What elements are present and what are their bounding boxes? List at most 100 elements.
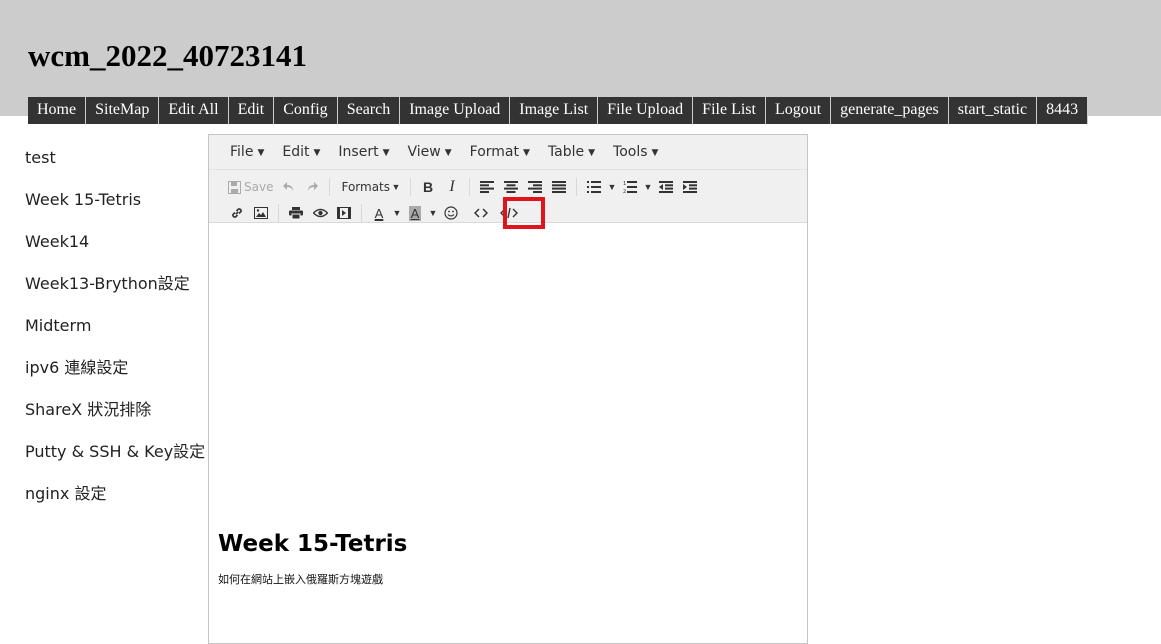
toolbar-separator [361,204,362,222]
menu-insert[interactable]: Insert ▼ [329,144,398,160]
toolbar-separator [278,204,279,222]
sidebar-item-week15-tetris: Week 15-Tetris [25,179,205,221]
sidebar-link[interactable]: Week 15-Tetris [25,190,141,209]
background-color-icon: A [408,205,422,221]
menu-label: Format [469,144,519,160]
caret-down-icon: ▼ [382,148,390,158]
caret-down-icon: ▼ [257,148,265,158]
eye-icon [312,208,328,218]
formats-label: Formats [341,180,391,194]
sidebar-link[interactable]: Week14 [25,232,89,251]
nav-generate-pages[interactable]: generate_pages [831,97,949,124]
sidebar-link[interactable]: nginx 設定 [25,484,106,503]
site-title: wcm_2022_40723141 [28,38,307,73]
outdent-button[interactable] [654,176,678,198]
align-left-button[interactable] [475,176,499,198]
caret-down-icon[interactable]: ▼ [391,208,403,218]
nav-home[interactable]: Home [28,97,87,124]
top-nav: Home SiteMap Edit All Edit Config Search… [28,97,1089,124]
indent-icon [683,181,698,193]
sidebar-link[interactable]: Putty & SSH & Key設定 [25,442,205,461]
text-color-icon: A [374,205,384,221]
caret-down-icon: ▼ [444,148,452,158]
editor-content-area[interactable]: Week 15-Tetris 如何在網站上嵌入俄羅斯方塊遊戲 [218,531,407,587]
insert-media-button[interactable] [332,202,356,224]
code-sample-icon [474,208,488,218]
nav-start-static[interactable]: start_static [948,97,1038,124]
italic-button[interactable]: I [440,176,464,198]
italic-icon: I [449,178,455,195]
nav-config[interactable]: Config [274,97,338,124]
bullet-list-button[interactable] [582,176,606,198]
insert-link-button[interactable] [225,202,249,224]
outdent-icon [659,181,674,193]
justify-button[interactable] [547,176,571,198]
sidebar-link[interactable]: ShareX 狀況排除 [25,400,151,419]
text-color-button[interactable]: A [367,202,391,224]
menu-label: Edit [282,144,310,160]
nav-search[interactable]: Search [337,97,401,124]
save-button[interactable]: Save [225,176,276,198]
svg-text:1: 1 [623,181,626,187]
menu-label: Insert [338,144,379,160]
formats-dropdown[interactable]: Formats ▼ [335,176,405,198]
insert-image-button[interactable] [249,202,273,224]
caret-down-icon[interactable]: ▼ [606,182,618,192]
caret-down-icon: ▼ [588,148,596,158]
save-label: Save [244,180,274,194]
menu-format[interactable]: Format ▼ [461,144,539,160]
sidebar-item-sharex: ShareX 狀況排除 [25,389,205,431]
menu-edit[interactable]: Edit ▼ [273,144,329,160]
nav-port-8443[interactable]: 8443 [1037,97,1089,124]
toolbar-separator [576,178,578,196]
toolbar-separator [329,178,331,196]
menu-file[interactable]: File ▼ [221,144,273,160]
preview-button[interactable] [308,202,332,224]
background-color-button[interactable]: A [403,202,427,224]
print-button[interactable] [284,202,308,224]
indent-button[interactable] [678,176,702,198]
nav-image-upload[interactable]: Image Upload [400,97,511,124]
menu-table[interactable]: Table ▼ [539,144,604,160]
menu-tools[interactable]: Tools ▼ [604,144,667,160]
menu-view[interactable]: View ▼ [398,144,460,160]
code-sample-button[interactable] [469,202,493,224]
undo-icon [282,182,293,191]
caret-down-icon[interactable]: ▼ [427,208,439,218]
nav-file-upload[interactable]: File Upload [598,97,694,124]
nav-sitemap[interactable]: SiteMap [86,97,160,124]
toolbar-separator [410,178,412,196]
bold-button[interactable]: B [416,176,440,198]
nav-image-list[interactable]: Image List [510,97,599,124]
sidebar-link[interactable]: ipv6 連線設定 [25,358,128,377]
numbered-list-button[interactable]: 12 [618,176,642,198]
menu-label: View [407,144,441,160]
sidebar-item-putty-ssh: Putty & SSH & Key設定 [25,431,205,473]
bullet-list-icon [587,181,602,193]
caret-down-icon: ▼ [651,148,659,158]
sidebar: test Week 15-Tetris Week14 Week13-Brytho… [25,137,205,515]
align-right-button[interactable] [523,176,547,198]
caret-down-icon: ▼ [391,182,401,192]
link-icon [232,208,242,218]
align-left-icon [480,181,495,193]
justify-icon [552,181,567,193]
nav-logout[interactable]: Logout [765,97,832,124]
print-icon [289,207,303,219]
sidebar-link[interactable]: test [25,148,56,167]
align-center-button[interactable] [499,176,523,198]
redo-button[interactable] [300,176,324,198]
emoticons-button[interactable] [439,202,463,224]
save-icon [228,180,241,194]
nav-edit-all[interactable]: Edit All [159,97,229,124]
sidebar-link[interactable]: Midterm [25,316,91,335]
align-right-icon [528,181,543,193]
undo-button[interactable] [276,176,300,198]
nav-file-list[interactable]: File List [693,97,766,124]
sidebar-link[interactable]: Week13-Brython設定 [25,274,190,293]
image-icon [254,207,268,219]
nav-edit[interactable]: Edit [228,97,275,124]
toolbar-separator [469,178,471,196]
highlight-annotation-box [503,197,545,229]
caret-down-icon[interactable]: ▼ [642,182,654,192]
